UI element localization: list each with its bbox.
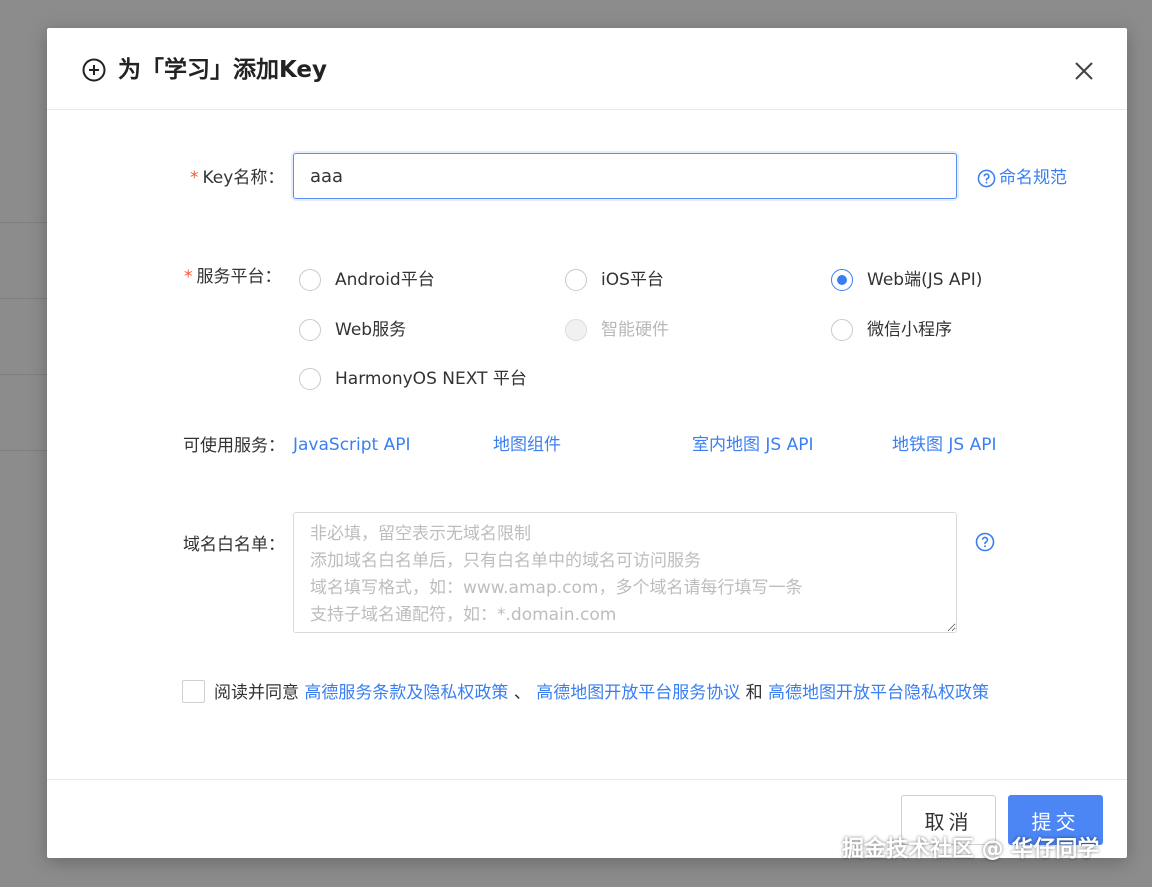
add-key-dialog: 为「学习」添加Key *Key名称： 命名规范 *服务平台： Android平台… — [47, 28, 1127, 858]
naming-rules-link[interactable]: 命名规范 — [977, 166, 1067, 190]
agreement-checkbox[interactable] — [182, 680, 205, 703]
radio-circle[interactable] — [831, 319, 853, 341]
key-name-label: * Key名称： — [190, 168, 285, 188]
services-label: 可使用服务： — [183, 436, 285, 456]
radio-circle[interactable] — [299, 368, 321, 390]
service-subway-map-link[interactable]: 地铁图 JS API — [892, 433, 997, 457]
close-icon[interactable] — [1073, 60, 1095, 82]
radio-ios[interactable]: iOS平台 — [565, 268, 664, 292]
radio-circle[interactable] — [565, 269, 587, 291]
whitelist-label: 域名白名单： — [183, 535, 285, 555]
radio-wechat-miniprogram[interactable]: 微信小程序 — [831, 318, 952, 342]
question-circle-icon[interactable] — [975, 532, 995, 552]
plus-circle-icon — [82, 58, 106, 82]
radio-harmonyos-next[interactable]: HarmonyOS NEXT 平台 — [299, 367, 527, 391]
background-divider — [0, 450, 48, 451]
agreement-text: 阅读并同意 高德服务条款及隐私权政策 、 高德地图开放平台服务协议 和 高德地图… — [214, 683, 990, 703]
radio-circle-disabled — [565, 319, 587, 341]
service-map-component-link[interactable]: 地图组件 — [493, 433, 561, 457]
platform-label: * 服务平台： — [184, 267, 282, 287]
background-divider — [0, 222, 48, 223]
radio-circle-selected[interactable] — [831, 269, 853, 291]
required-mark: * — [184, 267, 193, 287]
radio-web-js-api[interactable]: Web端(JS API) — [831, 268, 982, 292]
background-divider — [0, 374, 48, 375]
background-divider — [0, 298, 48, 299]
radio-circle[interactable] — [299, 269, 321, 291]
dialog-header: 为「学习」添加Key — [47, 28, 1127, 110]
key-name-input[interactable] — [293, 153, 957, 199]
service-javascript-api-link[interactable]: JavaScript API — [293, 433, 411, 457]
question-circle-icon — [977, 169, 996, 187]
terms-privacy-link[interactable]: 高德服务条款及隐私权政策 — [304, 683, 508, 703]
radio-android[interactable]: Android平台 — [299, 268, 435, 292]
radio-web-service[interactable]: Web服务 — [299, 318, 406, 342]
watermark-text: 掘金技术社区 @ 华仔同学 — [842, 837, 1100, 862]
service-agreement-link[interactable]: 高德地图开放平台服务协议 — [536, 683, 740, 703]
radio-circle[interactable] — [299, 319, 321, 341]
radio-smart-hardware: 智能硬件 — [565, 318, 669, 342]
required-mark: * — [190, 168, 199, 188]
dialog-title: 为「学习」添加Key — [118, 57, 328, 83]
service-indoor-map-link[interactable]: 室内地图 JS API — [692, 433, 814, 457]
domain-whitelist-textarea[interactable] — [293, 512, 957, 633]
privacy-policy-link[interactable]: 高德地图开放平台隐私权政策 — [768, 683, 989, 703]
